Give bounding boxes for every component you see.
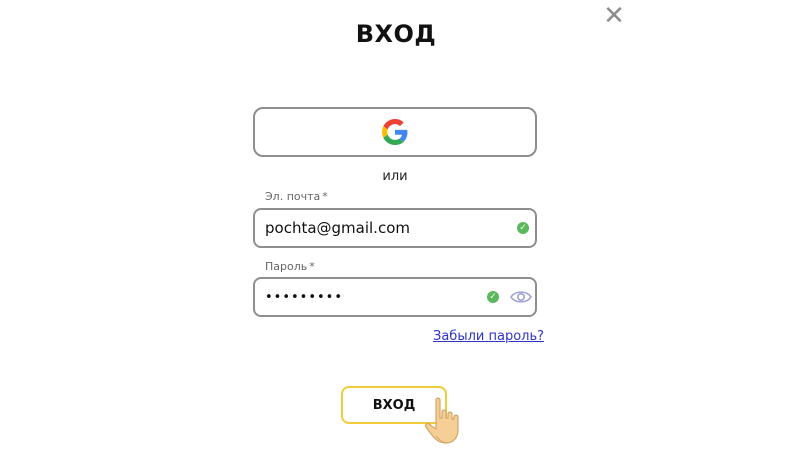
email-field-container: ✓ [253, 208, 537, 248]
password-field[interactable] [265, 279, 485, 315]
email-label: Эл. почта * [265, 190, 328, 203]
check-circle-icon: ✓ [517, 222, 529, 234]
required-mark: * [309, 260, 315, 273]
required-mark: * [322, 190, 328, 203]
email-label-text: Эл. почта [265, 190, 321, 203]
google-sign-in-button[interactable] [253, 107, 537, 157]
password-field-container: ✓ [253, 277, 537, 317]
eye-icon[interactable] [510, 289, 532, 305]
password-label: Пароль * [265, 260, 315, 273]
password-label-text: Пароль [265, 260, 308, 273]
check-circle-icon: ✓ [487, 291, 499, 303]
divider-text: или [382, 169, 408, 184]
pointing-hand-icon [424, 397, 459, 444]
forgot-password-link[interactable]: Забыли пароль? [433, 329, 544, 344]
page-title: ВХОД [355, 20, 437, 48]
email-field[interactable] [265, 210, 485, 246]
google-icon [382, 119, 408, 145]
